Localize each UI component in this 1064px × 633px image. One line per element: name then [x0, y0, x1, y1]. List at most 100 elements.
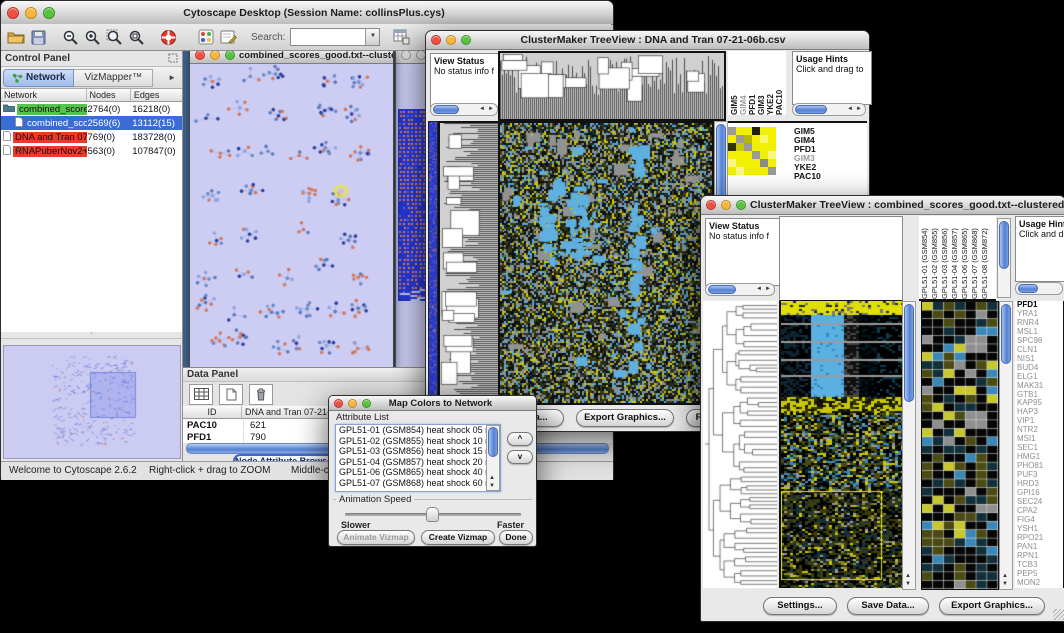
minimize-icon[interactable]: [446, 35, 456, 45]
tv2-zoom-vscrollbar[interactable]: ▲ ▼: [999, 301, 1013, 590]
attribute-item[interactable]: GPL51-06 (GSM865) heat shock 40 min: [336, 467, 500, 478]
close-icon[interactable]: [401, 51, 411, 60]
attribute-list-scrollbar[interactable]: ▲ ▼: [486, 425, 500, 491]
float-panel-icon[interactable]: [168, 50, 178, 68]
scroll-down-icon[interactable]: ▼: [489, 483, 495, 489]
tv2-hints-scrollbar[interactable]: [1015, 282, 1063, 295]
settings-button[interactable]: Settings...: [763, 597, 837, 615]
tv1-status-scrollbar[interactable]: ◄ ►: [430, 103, 498, 116]
tv2-zoom-heatmap[interactable]: [921, 301, 999, 590]
tab-vizmapper[interactable]: VizMapper™: [74, 69, 153, 87]
network-tree-row[interactable]: DNA and Tran 07769(0)183728(0): [1, 130, 182, 144]
save-icon[interactable]: [27, 27, 49, 47]
node-count: 2569(6): [87, 118, 132, 129]
vizmapper-icon[interactable]: [195, 27, 217, 47]
scroll-left-icon[interactable]: ◄: [847, 106, 853, 112]
done-button[interactable]: Done: [499, 530, 533, 545]
minimize-icon[interactable]: [210, 51, 220, 60]
new-attribute-icon[interactable]: [219, 384, 243, 405]
tv2-labels-scrollbar[interactable]: [997, 218, 1011, 298]
zoom-window-icon[interactable]: [362, 399, 371, 408]
minimize-icon[interactable]: [721, 200, 731, 210]
edge-count: 13112(15): [131, 118, 182, 129]
scroll-up-icon[interactable]: ▲: [905, 573, 911, 579]
tab-more-button[interactable]: ►: [164, 71, 180, 84]
network-tree-row[interactable]: RNAPuberNov2+563(0)107847(0): [1, 144, 182, 158]
save-data-button[interactable]: Save Data...: [847, 597, 929, 615]
data-column-id[interactable]: ID: [183, 406, 242, 419]
dialog-title-bar[interactable]: Map Colors to Network: [329, 396, 536, 411]
close-icon[interactable]: [334, 399, 343, 408]
tv1-column-dendrogram[interactable]: [498, 51, 726, 121]
attribute-list[interactable]: GPL51-01 (GSM854) heat shock 05 minGPL51…: [335, 424, 501, 492]
help-icon[interactable]: [157, 27, 179, 47]
zoom-window-icon[interactable]: [736, 200, 746, 210]
attribute-item[interactable]: GPL51-04 (GSM857) heat shock 20 min: [336, 457, 500, 468]
search-dropdown-icon[interactable]: ▼: [365, 29, 379, 45]
move-up-button[interactable]: ^: [507, 432, 533, 446]
scroll-up-icon[interactable]: ▲: [1002, 573, 1008, 579]
import-table-icon[interactable]: [390, 27, 412, 47]
zoom-out-icon[interactable]: [59, 27, 81, 47]
zoom-window-icon[interactable]: [461, 35, 471, 45]
column-header-edges[interactable]: Edges: [131, 89, 182, 102]
gene-label[interactable]: MON2: [1017, 579, 1063, 588]
tv1-hints-scrollbar[interactable]: ◄ ►: [792, 103, 866, 116]
attribute-item[interactable]: GPL51-07 (GSM868) heat shock 60 min: [336, 478, 500, 489]
delete-attribute-icon[interactable]: [249, 384, 273, 405]
network-tree-row[interactable]: combined_scores2764(0)16218(0): [1, 102, 182, 116]
column-header-network[interactable]: Network: [1, 89, 87, 102]
treeview2-title-bar[interactable]: ClusterMaker TreeView : combined_scores_…: [701, 196, 1064, 215]
scroll-right-icon[interactable]: ►: [765, 286, 771, 292]
open-icon[interactable]: [5, 27, 27, 47]
close-icon[interactable]: [7, 7, 19, 19]
create-vizmap-button[interactable]: Create Vizmap: [421, 530, 495, 545]
export-graphics-button[interactable]: Export Graphics...: [939, 597, 1045, 615]
annotation-icon[interactable]: [217, 27, 239, 47]
tv2-global-heatmap[interactable]: [779, 301, 903, 588]
zoom-in-icon[interactable]: [81, 27, 103, 47]
scroll-down-icon[interactable]: ▼: [905, 581, 911, 587]
network-overview-panel[interactable]: [3, 345, 181, 459]
resize-grip[interactable]: [1053, 609, 1064, 620]
network-tree-row[interactable]: combined_sco2569(6)13112(15): [1, 116, 182, 130]
zoom-fit-icon[interactable]: [125, 27, 147, 47]
tv1-main-heatmap[interactable]: [498, 121, 714, 405]
scroll-up-icon[interactable]: ▲: [489, 475, 495, 481]
tab-network[interactable]: Network: [3, 69, 74, 87]
slider-thumb[interactable]: [426, 507, 439, 522]
animate-vizmap-button[interactable]: Animate Vizmap: [337, 530, 415, 545]
scroll-down-icon[interactable]: ▼: [1002, 581, 1008, 587]
scroll-right-icon[interactable]: ►: [856, 106, 862, 112]
tab-node-attribute-browser[interactable]: Node Attribute Browser: [233, 454, 337, 461]
tv1-zoom-heatmap[interactable]: [728, 127, 776, 175]
tv2-global-vscrollbar[interactable]: ▲ ▼: [902, 301, 916, 590]
close-icon[interactable]: [706, 200, 716, 210]
minimize-icon[interactable]: [25, 7, 37, 19]
zoom-selected-icon[interactable]: [103, 27, 125, 47]
scroll-right-icon[interactable]: ►: [488, 106, 494, 112]
zoom-window-icon[interactable]: [225, 51, 235, 60]
attribute-table-icon[interactable]: [189, 384, 213, 405]
attribute-item[interactable]: GPL51-01 (GSM854) heat shock 05 min: [336, 425, 500, 436]
column-header-nodes[interactable]: Nodes: [87, 89, 131, 102]
zoom-window-icon[interactable]: [43, 7, 55, 19]
export-graphics-button[interactable]: Export Graphics...: [576, 409, 674, 427]
minimize-icon[interactable]: [348, 399, 357, 408]
tv1-global-overview[interactable]: [428, 121, 438, 403]
network-view-canvas[interactable]: [191, 64, 390, 365]
main-title-bar[interactable]: Cytoscape Desktop (Session Name: collins…: [1, 1, 613, 25]
tv1-row-dendrogram[interactable]: [438, 121, 498, 405]
tv2-status-scrollbar[interactable]: ◄ ►: [705, 283, 775, 296]
close-icon[interactable]: [195, 51, 205, 60]
scroll-left-icon[interactable]: ◄: [479, 106, 485, 112]
search-input[interactable]: ▼: [290, 28, 380, 46]
attribute-item[interactable]: GPL51-03 (GSM856) heat shock 15 min: [336, 446, 500, 457]
tv2-row-dendrogram[interactable]: [703, 301, 777, 588]
scroll-left-icon[interactable]: ◄: [756, 286, 762, 292]
node-count: 769(0): [87, 132, 132, 143]
close-icon[interactable]: [431, 35, 441, 45]
treeview1-title-bar[interactable]: ClusterMaker TreeView : DNA and Tran 07-…: [426, 31, 869, 50]
move-down-button[interactable]: v: [507, 450, 533, 464]
attribute-item[interactable]: GPL51-02 (GSM855) heat shock 10 min: [336, 436, 500, 447]
